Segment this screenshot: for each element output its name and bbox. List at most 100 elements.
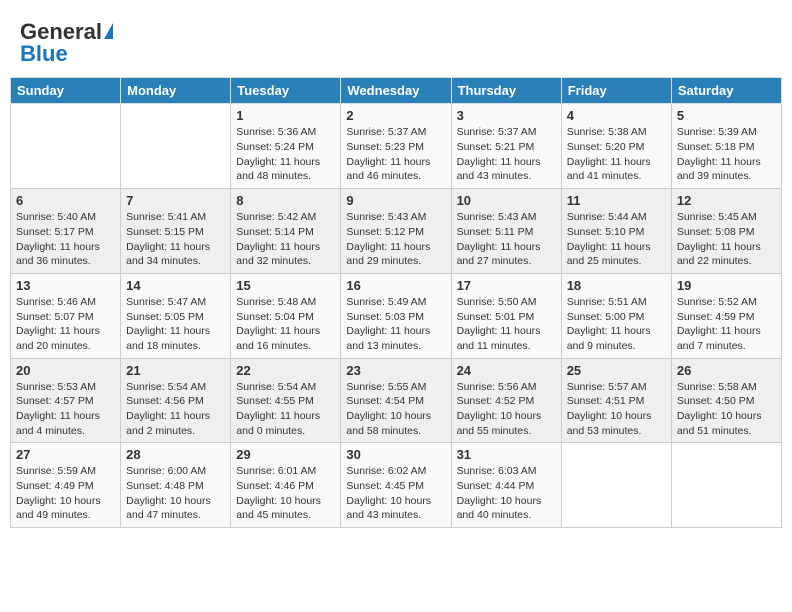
daylight-text: Daylight: 10 hours and 49 minutes. — [16, 495, 101, 522]
calendar-week-3: 13 Sunrise: 5:46 AM Sunset: 5:07 PM Dayl… — [11, 273, 782, 358]
day-info: Sunrise: 5:43 AM Sunset: 5:11 PM Dayligh… — [457, 210, 556, 269]
daylight-text: Daylight: 11 hours and 11 minutes. — [457, 325, 541, 352]
calendar-week-5: 27 Sunrise: 5:59 AM Sunset: 4:49 PM Dayl… — [11, 443, 782, 528]
calendar-cell — [671, 443, 781, 528]
calendar-cell: 17 Sunrise: 5:50 AM Sunset: 5:01 PM Dayl… — [451, 273, 561, 358]
day-info: Sunrise: 6:03 AM Sunset: 4:44 PM Dayligh… — [457, 464, 556, 523]
day-number: 20 — [16, 363, 115, 378]
sunrise-text: Sunrise: 5:58 AM — [677, 381, 757, 393]
sunrise-text: Sunrise: 6:01 AM — [236, 465, 316, 477]
calendar-cell: 7 Sunrise: 5:41 AM Sunset: 5:15 PM Dayli… — [121, 189, 231, 274]
daylight-text: Daylight: 11 hours and 29 minutes. — [346, 241, 430, 268]
day-number: 19 — [677, 278, 776, 293]
calendar-cell: 27 Sunrise: 5:59 AM Sunset: 4:49 PM Dayl… — [11, 443, 121, 528]
daylight-text: Daylight: 11 hours and 36 minutes. — [16, 241, 100, 268]
day-number: 7 — [126, 193, 225, 208]
sunrise-text: Sunrise: 5:37 AM — [457, 126, 537, 138]
day-number: 16 — [346, 278, 445, 293]
daylight-text: Daylight: 11 hours and 0 minutes. — [236, 410, 320, 437]
daylight-text: Daylight: 11 hours and 39 minutes. — [677, 156, 761, 183]
calendar-cell: 16 Sunrise: 5:49 AM Sunset: 5:03 PM Dayl… — [341, 273, 451, 358]
day-info: Sunrise: 5:59 AM Sunset: 4:49 PM Dayligh… — [16, 464, 115, 523]
daylight-text: Daylight: 11 hours and 34 minutes. — [126, 241, 210, 268]
day-info: Sunrise: 5:47 AM Sunset: 5:05 PM Dayligh… — [126, 295, 225, 354]
logo-triangle-icon — [104, 23, 113, 39]
day-number: 3 — [457, 108, 556, 123]
daylight-text: Daylight: 10 hours and 47 minutes. — [126, 495, 211, 522]
sunset-text: Sunset: 4:56 PM — [126, 395, 204, 407]
sunrise-text: Sunrise: 6:02 AM — [346, 465, 426, 477]
daylight-text: Daylight: 11 hours and 13 minutes. — [346, 325, 430, 352]
sunrise-text: Sunrise: 5:37 AM — [346, 126, 426, 138]
sunset-text: Sunset: 4:44 PM — [457, 480, 535, 492]
daylight-text: Daylight: 11 hours and 48 minutes. — [236, 156, 320, 183]
sunrise-text: Sunrise: 5:50 AM — [457, 296, 537, 308]
sunrise-text: Sunrise: 5:48 AM — [236, 296, 316, 308]
day-number: 27 — [16, 447, 115, 462]
sunset-text: Sunset: 5:18 PM — [677, 141, 755, 153]
calendar-cell: 1 Sunrise: 5:36 AM Sunset: 5:24 PM Dayli… — [231, 104, 341, 189]
day-info: Sunrise: 5:52 AM Sunset: 4:59 PM Dayligh… — [677, 295, 776, 354]
weekday-header-friday: Friday — [561, 78, 671, 104]
sunset-text: Sunset: 4:54 PM — [346, 395, 424, 407]
daylight-text: Daylight: 10 hours and 45 minutes. — [236, 495, 321, 522]
sunrise-text: Sunrise: 5:46 AM — [16, 296, 96, 308]
daylight-text: Daylight: 10 hours and 53 minutes. — [567, 410, 652, 437]
day-info: Sunrise: 5:53 AM Sunset: 4:57 PM Dayligh… — [16, 380, 115, 439]
day-info: Sunrise: 5:44 AM Sunset: 5:10 PM Dayligh… — [567, 210, 666, 269]
calendar-cell: 20 Sunrise: 5:53 AM Sunset: 4:57 PM Dayl… — [11, 358, 121, 443]
calendar-cell: 13 Sunrise: 5:46 AM Sunset: 5:07 PM Dayl… — [11, 273, 121, 358]
sunset-text: Sunset: 4:51 PM — [567, 395, 645, 407]
sunrise-text: Sunrise: 5:57 AM — [567, 381, 647, 393]
calendar-cell — [121, 104, 231, 189]
day-info: Sunrise: 5:55 AM Sunset: 4:54 PM Dayligh… — [346, 380, 445, 439]
daylight-text: Daylight: 10 hours and 43 minutes. — [346, 495, 431, 522]
daylight-text: Daylight: 11 hours and 41 minutes. — [567, 156, 651, 183]
page-header: General Blue — [10, 10, 782, 71]
day-info: Sunrise: 5:37 AM Sunset: 5:21 PM Dayligh… — [457, 125, 556, 184]
day-number: 8 — [236, 193, 335, 208]
logo: General Blue — [20, 20, 113, 66]
day-number: 23 — [346, 363, 445, 378]
daylight-text: Daylight: 11 hours and 27 minutes. — [457, 241, 541, 268]
sunrise-text: Sunrise: 5:39 AM — [677, 126, 757, 138]
day-number: 22 — [236, 363, 335, 378]
calendar-cell: 2 Sunrise: 5:37 AM Sunset: 5:23 PM Dayli… — [341, 104, 451, 189]
day-number: 15 — [236, 278, 335, 293]
day-info: Sunrise: 5:48 AM Sunset: 5:04 PM Dayligh… — [236, 295, 335, 354]
sunset-text: Sunset: 5:23 PM — [346, 141, 424, 153]
calendar-cell: 31 Sunrise: 6:03 AM Sunset: 4:44 PM Dayl… — [451, 443, 561, 528]
sunrise-text: Sunrise: 5:47 AM — [126, 296, 206, 308]
sunset-text: Sunset: 5:21 PM — [457, 141, 535, 153]
sunset-text: Sunset: 4:57 PM — [16, 395, 94, 407]
day-info: Sunrise: 5:50 AM Sunset: 5:01 PM Dayligh… — [457, 295, 556, 354]
sunset-text: Sunset: 5:17 PM — [16, 226, 94, 238]
sunset-text: Sunset: 5:14 PM — [236, 226, 314, 238]
calendar-cell: 25 Sunrise: 5:57 AM Sunset: 4:51 PM Dayl… — [561, 358, 671, 443]
day-info: Sunrise: 5:36 AM Sunset: 5:24 PM Dayligh… — [236, 125, 335, 184]
day-info: Sunrise: 5:37 AM Sunset: 5:23 PM Dayligh… — [346, 125, 445, 184]
day-info: Sunrise: 5:38 AM Sunset: 5:20 PM Dayligh… — [567, 125, 666, 184]
day-number: 5 — [677, 108, 776, 123]
day-number: 28 — [126, 447, 225, 462]
daylight-text: Daylight: 11 hours and 43 minutes. — [457, 156, 541, 183]
sunset-text: Sunset: 4:55 PM — [236, 395, 314, 407]
calendar-cell: 21 Sunrise: 5:54 AM Sunset: 4:56 PM Dayl… — [121, 358, 231, 443]
sunset-text: Sunset: 4:45 PM — [346, 480, 424, 492]
calendar-cell: 19 Sunrise: 5:52 AM Sunset: 4:59 PM Dayl… — [671, 273, 781, 358]
day-info: Sunrise: 5:54 AM Sunset: 4:56 PM Dayligh… — [126, 380, 225, 439]
sunset-text: Sunset: 5:07 PM — [16, 311, 94, 323]
sunrise-text: Sunrise: 6:03 AM — [457, 465, 537, 477]
day-info: Sunrise: 5:45 AM Sunset: 5:08 PM Dayligh… — [677, 210, 776, 269]
sunset-text: Sunset: 5:00 PM — [567, 311, 645, 323]
sunset-text: Sunset: 4:46 PM — [236, 480, 314, 492]
day-number: 18 — [567, 278, 666, 293]
sunrise-text: Sunrise: 5:59 AM — [16, 465, 96, 477]
calendar-header-row: SundayMondayTuesdayWednesdayThursdayFrid… — [11, 78, 782, 104]
sunset-text: Sunset: 5:11 PM — [457, 226, 534, 238]
day-info: Sunrise: 5:51 AM Sunset: 5:00 PM Dayligh… — [567, 295, 666, 354]
day-number: 11 — [567, 193, 666, 208]
sunrise-text: Sunrise: 5:49 AM — [346, 296, 426, 308]
calendar-cell: 10 Sunrise: 5:43 AM Sunset: 5:11 PM Dayl… — [451, 189, 561, 274]
day-info: Sunrise: 5:41 AM Sunset: 5:15 PM Dayligh… — [126, 210, 225, 269]
